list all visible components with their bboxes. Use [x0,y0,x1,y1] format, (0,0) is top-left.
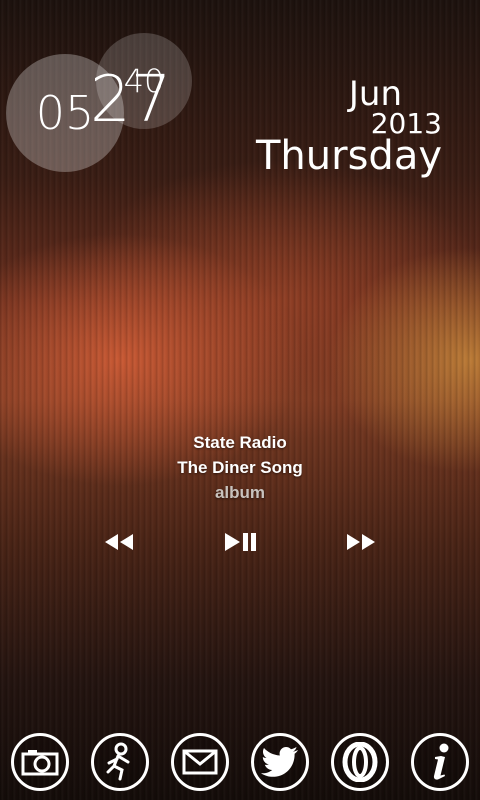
music-controls [0,528,480,556]
aim-runner-icon[interactable] [91,733,149,791]
opera-icon[interactable] [331,733,389,791]
clock-hour-text: 05 [35,86,95,140]
twitter-bird-icon[interactable] [251,733,309,791]
date-widget: 27 Jun 2013 Thursday [90,68,442,178]
mail-icon[interactable] [171,733,229,791]
play-pause-icon[interactable] [222,528,258,556]
app-dock [0,733,480,793]
date-weekday: Thursday [256,133,442,179]
music-artist: State Radio [193,433,287,452]
date-day: 27 [90,63,172,137]
music-info: State Radio The Diner Song album [0,430,480,505]
info-icon[interactable] [411,733,469,791]
rewind-icon[interactable] [102,528,136,556]
fast-forward-icon[interactable] [344,528,378,556]
camera-icon[interactable] [11,733,69,791]
music-title: The Diner Song [177,458,303,477]
music-album: album [214,483,266,502]
